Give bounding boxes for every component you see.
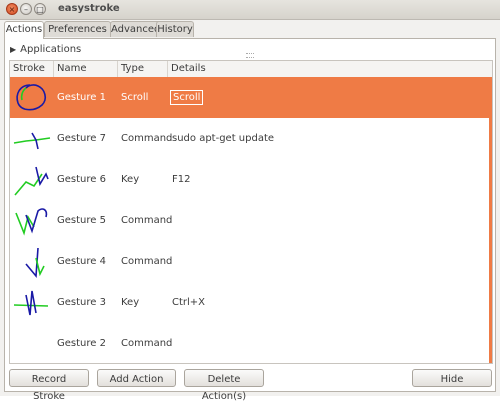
gesture-name: Gesture 5 [57,215,106,226]
tab-advanced[interactable]: Advanced [110,21,161,37]
gesture-stroke-thumbnail [25,247,45,279]
app-window: × – □ easystroke Actions Preferences Adv… [0,0,500,402]
gesture-name: Gesture 6 [57,174,106,185]
gesture-name: Gesture 3 [57,297,106,308]
hide-button[interactable]: Hide [412,369,492,387]
close-icon[interactable]: × [6,3,18,15]
tab-preferences[interactable]: Preferences [44,21,111,37]
table-row[interactable]: Gesture 2 Command [10,323,489,363]
gesture-stroke-thumbnail [15,208,48,236]
table-row[interactable]: Gesture 1 Scroll Scroll [10,77,489,118]
table-row[interactable]: Gesture 3 Key Ctrl+X [10,282,489,323]
expander-arrow-icon: ▶ [10,45,17,54]
record-stroke-button[interactable]: Record Stroke [9,369,89,402]
gesture-name: Gesture 4 [57,256,106,267]
gesture-name: Gesture 2 [57,338,106,349]
add-action-button[interactable]: Add Action [97,369,176,387]
vertical-scrollbar[interactable] [489,77,492,363]
gesture-name: Gesture 1 [57,92,106,103]
gesture-details: sudo apt-get update [172,133,275,144]
table-row[interactable]: Gesture 7 Command sudo apt-get update [10,118,489,159]
gesture-stroke-thumbnail [13,132,51,150]
gesture-details[interactable]: Scroll [170,90,204,105]
tab-history[interactable]: History [156,21,194,37]
maximize-icon[interactable]: □ [34,3,46,15]
applications-label: Applications [20,44,82,55]
gesture-details: F12 [172,174,191,185]
window-title: easystroke [58,3,120,14]
pane-resize-handle[interactable] [246,53,254,58]
gesture-details: Ctrl+X [172,297,206,308]
gesture-type: Command [121,338,173,349]
column-header-type[interactable]: Type [118,61,168,77]
column-header-name[interactable]: Name [54,61,118,77]
gesture-stroke-thumbnail [16,84,47,111]
table-row[interactable]: Gesture 4 Command [10,241,489,282]
gesture-stroke-thumbnail [13,290,49,316]
actions-table: Stroke Name Type Details Gesture 1 Scrol… [9,60,493,364]
gesture-type: Key [121,297,140,308]
gesture-name: Gesture 7 [57,133,106,144]
gesture-stroke-thumbnail [14,166,49,196]
delete-actions-button[interactable]: Delete Action(s) [184,369,264,402]
table-header: Stroke Name Type Details [10,61,492,78]
gesture-type: Command [121,215,173,226]
tab-actions[interactable]: Actions [4,21,44,39]
applications-expander[interactable]: ▶ Applications [10,44,81,55]
gesture-type: Key [121,174,140,185]
table-row[interactable]: Gesture 5 Command [10,200,489,241]
gesture-type: Scroll [121,92,149,103]
table-row[interactable]: Gesture 6 Key F12 [10,159,489,200]
title-bar[interactable]: × – □ easystroke [0,0,500,20]
column-header-stroke[interactable]: Stroke [10,61,54,77]
gesture-type: Command [121,256,173,267]
minimize-icon[interactable]: – [20,3,32,15]
column-header-details[interactable]: Details [168,61,492,77]
gesture-type: Command [121,133,173,144]
